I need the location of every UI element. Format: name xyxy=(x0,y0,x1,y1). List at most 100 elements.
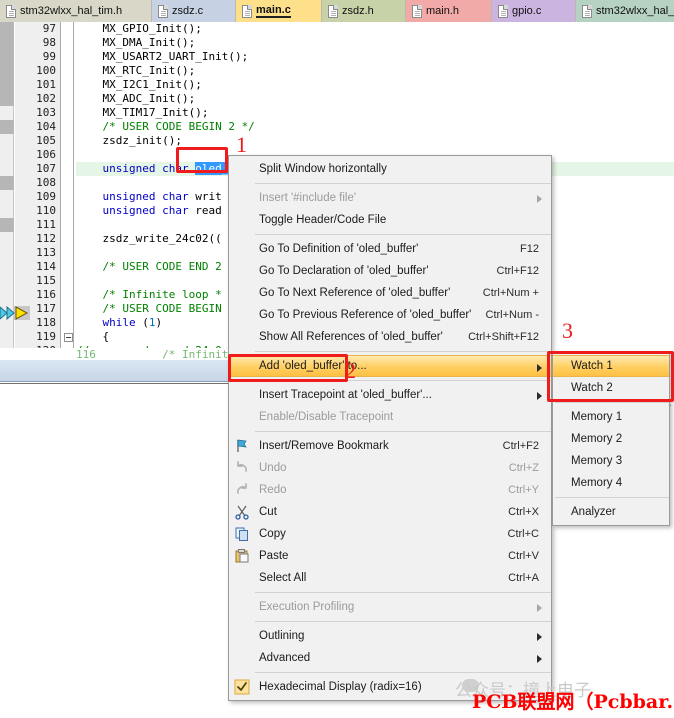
editor-tab-zsdz-c[interactable]: zsdz.c xyxy=(152,0,236,22)
code-line[interactable]: MX_TIM17_Init(); xyxy=(76,106,674,120)
menu-item-go-to-declaration-of-oled-buffer[interactable]: Go To Declaration of 'oled_buffer' Ctrl+F… xyxy=(229,260,551,282)
menu-item-label: Add 'oled_buffer' to... xyxy=(259,360,367,372)
menu-item-copy[interactable]: Copy Ctrl+C xyxy=(229,523,551,545)
file-icon xyxy=(242,4,252,18)
annotation-number-3: 3 xyxy=(562,318,573,343)
file-icon xyxy=(6,4,16,18)
code-token: zsdz_init(); xyxy=(76,134,182,147)
editor-tab-main-c[interactable]: main.c xyxy=(236,0,322,22)
submenu-item-memory-1[interactable]: Memory 1 xyxy=(553,406,669,428)
code-folding-column[interactable] xyxy=(60,22,74,380)
editor-tab-bar[interactable]: stm32wlxx_hal_tim.h zsdz.c main.c zsdz.h mai… xyxy=(0,0,674,22)
menu-item-label: Undo xyxy=(259,462,287,474)
menu-separator xyxy=(231,431,551,432)
code-token: unsigned char xyxy=(102,162,189,175)
code-token: unsigned char xyxy=(102,190,189,203)
code-line[interactable]: MX_GPIO_Init(); xyxy=(76,22,674,36)
menu-separator xyxy=(231,621,551,622)
menu-item-shortcut: Ctrl+Z xyxy=(508,462,539,474)
code-line[interactable]: zsdz_init(); xyxy=(76,134,674,148)
code-token: ( xyxy=(135,316,149,329)
editor-tab-label: main.c xyxy=(256,4,291,18)
menu-item-label: Show All References of 'oled_buffer' xyxy=(259,331,443,343)
menu-item-go-to-previous-reference-of-oled-buffer[interactable]: Go To Previous Reference of 'oled_buffer… xyxy=(229,304,551,326)
menu-item-select-all[interactable]: Select All Ctrl+A xyxy=(229,567,551,589)
line-number-gutter: 97 98 99 100 101 102 103 104 105 106 107 108 109 110 1… xyxy=(15,22,60,380)
submenu-item-watch-2[interactable]: Watch 2 xyxy=(553,377,669,399)
menu-item-label: Insert Tracepoint at 'oled_buffer'... xyxy=(259,389,432,401)
editor-tab-label: gpio.c xyxy=(512,5,542,17)
menu-item-paste[interactable]: Paste Ctrl+V xyxy=(229,545,551,567)
menu-item-shortcut: Ctrl+Y xyxy=(508,484,539,496)
editor-tab-zsdz-h[interactable]: zsdz.h xyxy=(322,0,406,22)
menu-item-go-to-next-reference-of-oled-buffer[interactable]: Go To Next Reference of 'oled_buffer' Ctr… xyxy=(229,282,551,304)
add-to-submenu[interactable]: Watch 1 Watch 2 Memory 1 Memory 2 Memory 3 Me… xyxy=(552,352,670,526)
editor-tab-label: stm32wlxx_hal_gpio.c xyxy=(596,5,674,17)
copy-pages-icon xyxy=(234,526,250,542)
submenu-item-label: Memory 1 xyxy=(571,411,623,423)
menu-item-toggle-header-code-file[interactable]: Toggle Header/Code File xyxy=(229,209,551,231)
line-number: 106 xyxy=(36,148,56,161)
bookmark-flag-icon xyxy=(234,438,250,454)
line-number: 99 xyxy=(42,50,56,63)
code-line[interactable]: /* USER CODE BEGIN 2 */ xyxy=(76,120,674,134)
submenu-item-memory-2[interactable]: Memory 2 xyxy=(553,428,669,450)
menu-item-advanced[interactable]: Advanced xyxy=(229,647,551,669)
submenu-item-label: Watch 2 xyxy=(571,382,613,394)
menu-item-insert-include-file: Insert '#include file' xyxy=(229,187,551,209)
submenu-item-analyzer[interactable]: Analyzer xyxy=(553,501,669,523)
menu-item-shortcut: Ctrl+Num - xyxy=(485,309,539,321)
menu-item-add-oled-buffer-to[interactable]: Add 'oled_buffer' to... xyxy=(229,355,551,377)
code-token: MX_DMA_Init(); xyxy=(76,36,196,49)
code-token: MX_ADC_Init(); xyxy=(76,92,196,105)
code-line[interactable]: MX_USART2_UART_Init(); xyxy=(76,50,674,64)
menu-item-go-to-definition-of-oled-buffer[interactable]: Go To Definition of 'oled_buffer' F12 xyxy=(229,238,551,260)
fold-toggle-icon[interactable] xyxy=(64,333,73,342)
line-number: 103 xyxy=(36,106,56,119)
submenu-item-watch-1[interactable]: Watch 1 xyxy=(553,355,669,377)
code-token: /* USER CODE BEGIN xyxy=(76,302,222,315)
submenu-item-memory-4[interactable]: Memory 4 xyxy=(553,472,669,494)
menu-item-insert-remove-bookmark[interactable]: Insert/Remove Bookmark Ctrl+F2 xyxy=(229,435,551,457)
menu-item-insert-tracepoint-at-oled-buffer[interactable]: Insert Tracepoint at 'oled_buffer'... xyxy=(229,384,551,406)
editor-tab-label: main.h xyxy=(426,5,460,17)
code-token: read xyxy=(188,204,222,217)
editor-tab-stm32wlxx-hal-gpio-c[interactable]: stm32wlxx_hal_gpio.c xyxy=(576,0,674,22)
code-token: unsigned char xyxy=(102,204,189,217)
menu-item-split-window-horizontally[interactable]: Split Window horizontally xyxy=(229,158,551,180)
code-token: /* Infinite loop * xyxy=(76,288,222,301)
menu-item-undo: Undo Ctrl+Z xyxy=(229,457,551,479)
line-number: 101 xyxy=(36,78,56,91)
line-number: 107 xyxy=(36,162,56,175)
line-number: 104 xyxy=(36,120,56,133)
editor-context-menu[interactable]: Split Window horizontally Insert '#includ… xyxy=(228,155,552,701)
submenu-item-label: Memory 4 xyxy=(571,477,623,489)
submenu-item-memory-3[interactable]: Memory 3 xyxy=(553,450,669,472)
menu-item-label: Enable/Disable Tracepoint xyxy=(259,411,394,423)
line-number: 108 xyxy=(36,176,56,189)
menu-item-show-all-references-of-oled-buffer[interactable]: Show All References of 'oled_buffer' Ctrl… xyxy=(229,326,551,348)
menu-item-label: Go To Next Reference of 'oled_buffer' xyxy=(259,287,451,299)
code-line[interactable]: MX_I2C1_Init(); xyxy=(76,78,674,92)
menu-item-label: Redo xyxy=(259,484,287,496)
editor-tab-label: zsdz.h xyxy=(342,5,374,17)
menu-item-shortcut: Ctrl+V xyxy=(508,550,539,562)
menu-item-execution-profiling: Execution Profiling xyxy=(229,596,551,618)
menu-item-cut[interactable]: Cut Ctrl+X xyxy=(229,501,551,523)
code-token: 1 xyxy=(148,316,156,329)
editor-tab-main-h[interactable]: main.h xyxy=(406,0,492,22)
code-line[interactable]: MX_DMA_Init(); xyxy=(76,36,674,50)
editor-tab-gpio-c[interactable]: gpio.c xyxy=(492,0,576,22)
menu-item-outlining[interactable]: Outlining xyxy=(229,625,551,647)
undo-arrow-icon xyxy=(234,460,250,476)
editor-tab-stm32wlxx-hal-tim-h[interactable]: stm32wlxx_hal_tim.h xyxy=(0,0,152,22)
file-icon xyxy=(328,4,338,18)
menu-item-shortcut: Ctrl+Shift+F12 xyxy=(468,331,539,343)
line-number: 105 xyxy=(36,134,56,147)
code-line[interactable]: MX_RTC_Init(); xyxy=(76,64,674,78)
menu-item-label: Copy xyxy=(259,528,286,540)
code-line[interactable]: MX_ADC_Init(); xyxy=(76,92,674,106)
menu-item-label: Outlining xyxy=(259,630,305,642)
